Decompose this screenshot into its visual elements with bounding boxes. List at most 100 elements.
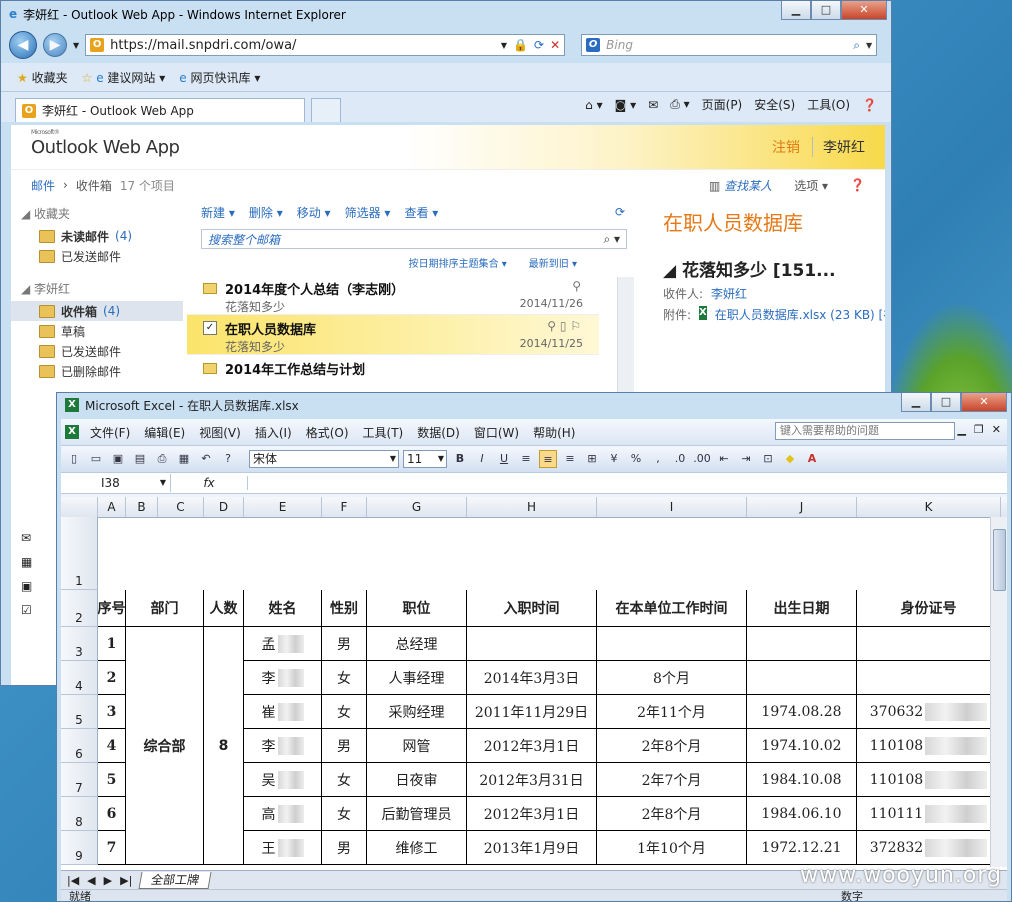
align-right-icon[interactable]: ≡ bbox=[561, 450, 579, 468]
position-cell[interactable]: 采购经理 bbox=[367, 695, 467, 729]
birth-date-cell[interactable] bbox=[747, 627, 857, 661]
new-document-icon[interactable]: ▯ bbox=[65, 450, 83, 468]
attachment-link[interactable]: 在职人员数据库.xlsx (23 KB) [在 bbox=[715, 306, 885, 323]
id-number-cell[interactable] bbox=[857, 627, 1001, 661]
id-number-cell[interactable]: 110108 bbox=[857, 729, 1001, 763]
column-header[interactable]: H bbox=[467, 497, 597, 517]
address-bar[interactable]: O https://mail.snpdri.com/owa/ ▼ 🔒 ⟳ ✕ bbox=[85, 34, 566, 56]
header-cell[interactable]: 人数 bbox=[204, 590, 244, 627]
increase-indent-icon[interactable]: ⇥ bbox=[737, 450, 755, 468]
header-cell[interactable]: 序号 bbox=[98, 590, 126, 627]
gender-cell[interactable]: 男 bbox=[322, 831, 367, 865]
serial-cell[interactable]: 5 bbox=[98, 763, 126, 797]
currency-icon[interactable]: ¥ bbox=[605, 450, 623, 468]
workbook-icon[interactable]: X bbox=[65, 425, 79, 439]
bold-icon[interactable]: B bbox=[451, 450, 469, 468]
minimize-icon[interactable]: ▁ bbox=[781, 1, 811, 20]
search-icon[interactable]: ⌕ bbox=[853, 38, 860, 53]
join-date-cell[interactable]: 2012年3月1日 bbox=[467, 797, 597, 831]
row-header[interactable]: 5 bbox=[61, 695, 98, 729]
search-box[interactable]: O Bing ⌕ ▼ bbox=[581, 34, 878, 56]
close-icon[interactable]: ✕ bbox=[841, 1, 887, 20]
undo-icon[interactable]: ↶ bbox=[197, 450, 215, 468]
folder-drafts[interactable]: 草稿 bbox=[11, 321, 183, 341]
name-cell[interactable]: 吴 bbox=[244, 763, 322, 797]
id-number-cell[interactable]: 372832 bbox=[857, 831, 1001, 865]
permission-icon[interactable]: ▤ bbox=[131, 450, 149, 468]
serial-cell[interactable]: 1 bbox=[98, 627, 126, 661]
safety-menu[interactable]: 安全(S) bbox=[754, 96, 795, 113]
print-icon[interactable]: ⎙ ▾ bbox=[670, 97, 689, 112]
fill-color-icon[interactable]: ◆ bbox=[781, 450, 799, 468]
search-placeholder[interactable]: Bing bbox=[606, 38, 847, 52]
serial-cell[interactable]: 3 bbox=[98, 695, 126, 729]
workbook-minimize-icon[interactable]: ▁ bbox=[957, 423, 965, 436]
refresh-icon[interactable]: ⟳ bbox=[615, 205, 625, 219]
sort-by-button[interactable]: 按日期排序主题集合 ▾ bbox=[409, 255, 507, 270]
position-cell[interactable]: 人事经理 bbox=[367, 661, 467, 695]
tenure-cell[interactable]: 2年8个月 bbox=[597, 797, 747, 831]
new-button[interactable]: 新建 ▾ bbox=[201, 204, 235, 221]
birth-date-cell[interactable] bbox=[747, 661, 857, 695]
options-menu[interactable]: 选项 ▾ bbox=[794, 177, 828, 194]
header-cell[interactable]: 出生日期 bbox=[747, 590, 857, 627]
column-header[interactable]: C bbox=[158, 497, 204, 517]
paste-icon[interactable]: ▦ bbox=[175, 450, 193, 468]
menu-tools[interactable]: 工具(T) bbox=[356, 424, 411, 441]
gender-cell[interactable]: 女 bbox=[322, 763, 367, 797]
select-all-corner[interactable] bbox=[61, 497, 98, 517]
insert-function-icon[interactable]: fx bbox=[171, 476, 248, 490]
address-dropdown-icon[interactable]: ▼ bbox=[501, 41, 507, 50]
join-date-cell[interactable] bbox=[467, 627, 597, 661]
folder-sent[interactable]: 已发送邮件 bbox=[11, 341, 183, 361]
header-cell[interactable]: 在本单位工作时间 bbox=[597, 590, 747, 627]
back-arrow-icon[interactable]: ◀ bbox=[9, 31, 37, 59]
borders-icon[interactable]: ⊡ bbox=[759, 450, 777, 468]
favorites-button[interactable]: ★ 收藏夹 bbox=[17, 69, 68, 86]
page-menu[interactable]: 页面(P) bbox=[702, 96, 743, 113]
formula-input[interactable] bbox=[248, 474, 1007, 492]
percent-icon[interactable]: % bbox=[627, 450, 645, 468]
vertical-scrollbar[interactable] bbox=[990, 517, 1007, 867]
column-header[interactable]: B bbox=[126, 497, 158, 517]
header-cell[interactable]: 部门 bbox=[126, 590, 204, 627]
column-header[interactable]: J bbox=[747, 497, 857, 517]
gender-cell[interactable]: 男 bbox=[322, 627, 367, 661]
join-date-cell[interactable]: 2013年1月9日 bbox=[467, 831, 597, 865]
sheet-tab[interactable]: 全部工牌 bbox=[138, 871, 212, 889]
tab-outlook-web-app[interactable]: O 李妍红 - Outlook Web App bbox=[15, 98, 305, 122]
header-cell[interactable]: 入职时间 bbox=[467, 590, 597, 627]
name-cell[interactable]: 李 bbox=[244, 661, 322, 695]
maximize-icon[interactable]: □ bbox=[811, 1, 841, 20]
message-item[interactable]: 2014年度个人总结（李志刚） 花落知多少 ⚲ 2014/11/26 bbox=[187, 275, 599, 315]
birth-date-cell[interactable]: 1984.10.08 bbox=[747, 763, 857, 797]
headcount-cell[interactable]: 8 bbox=[204, 627, 244, 865]
serial-cell[interactable]: 2 bbox=[98, 661, 126, 695]
font-name-select[interactable]: 宋体 ▼ bbox=[249, 450, 399, 468]
decrease-indent-icon[interactable]: ⇤ bbox=[715, 450, 733, 468]
comma-icon[interactable]: , bbox=[649, 450, 667, 468]
name-cell[interactable]: 崔 bbox=[244, 695, 322, 729]
serial-cell[interactable]: 4 bbox=[98, 729, 126, 763]
breadcrumb-mail[interactable]: 邮件 bbox=[31, 177, 55, 194]
mailbox-search-input[interactable]: 搜索整个邮箱 bbox=[208, 231, 603, 248]
gender-cell[interactable]: 女 bbox=[322, 797, 367, 831]
name-cell[interactable]: 李 bbox=[244, 729, 322, 763]
menu-help[interactable]: 帮助(H) bbox=[526, 424, 582, 441]
sort-order-button[interactable]: 最新到旧 ▾ bbox=[529, 255, 577, 270]
find-contact-link[interactable]: ▥ 查找某人 bbox=[709, 177, 772, 194]
header-cell[interactable]: 职位 bbox=[367, 590, 467, 627]
logout-link[interactable]: 注销 bbox=[772, 137, 800, 157]
scroll-thumb[interactable] bbox=[993, 529, 1006, 591]
delete-button[interactable]: 删除 ▾ bbox=[249, 204, 283, 221]
join-date-cell[interactable]: 2012年3月31日 bbox=[467, 763, 597, 797]
id-number-cell[interactable]: 110108 bbox=[857, 763, 1001, 797]
lock-icon[interactable]: 🔒 bbox=[513, 38, 528, 52]
save-icon[interactable]: ▣ bbox=[109, 450, 127, 468]
tenure-cell[interactable]: 8个月 bbox=[597, 661, 747, 695]
print-icon[interactable]: ⎙ bbox=[153, 450, 171, 468]
help-icon[interactable]: ❓ bbox=[862, 98, 877, 112]
id-number-cell[interactable]: 370632 bbox=[857, 695, 1001, 729]
join-date-cell[interactable]: 2014年3月3日 bbox=[467, 661, 597, 695]
align-center-icon[interactable]: ≡ bbox=[539, 450, 557, 468]
